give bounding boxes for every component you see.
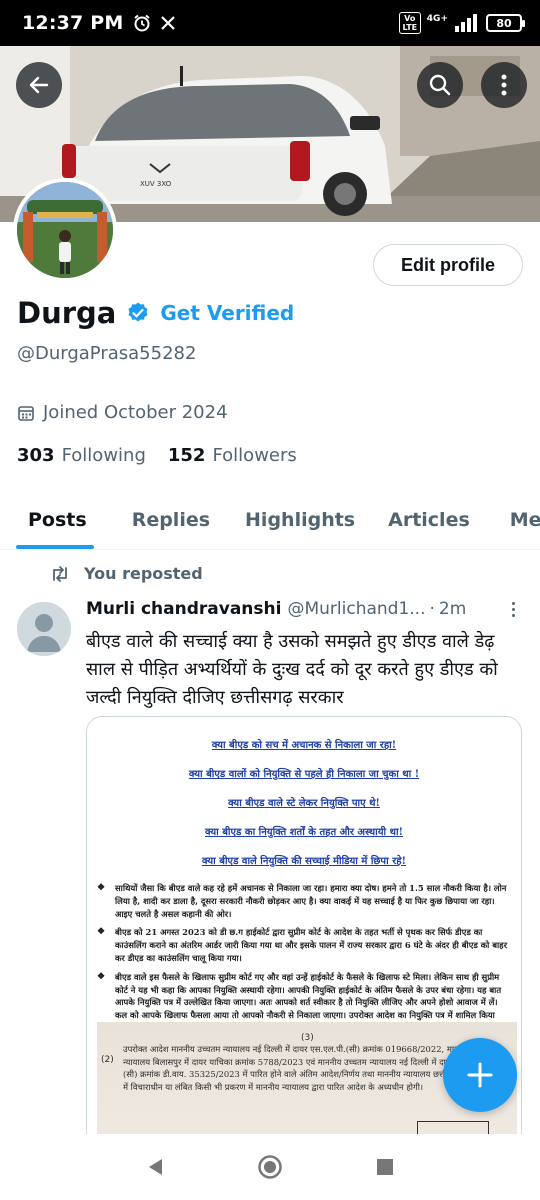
doc-bullet: ❖ साथियों जैसा कि बीएड वाले कह रहे हमें अ…: [97, 882, 509, 920]
network-label: 4G+: [426, 14, 448, 24]
edit-profile-button[interactable]: Edit profile: [373, 244, 523, 286]
back-button[interactable]: [16, 62, 62, 108]
system-nav-bar: [0, 1134, 540, 1200]
doc-bullet: ❖ बीएड को 21 अगस्त 2023 को डी छ.ग हाईकोर्…: [97, 926, 509, 964]
more-dot-icon: [511, 607, 515, 611]
post-text: बीएड वाले की सच्चाई क्या है उसको समझते ह…: [86, 631, 498, 708]
tab-posts[interactable]: Posts: [28, 490, 87, 549]
followers-label: Followers: [212, 445, 297, 466]
home-circle-icon[interactable]: [257, 1154, 283, 1180]
followers-link[interactable]: 152 Followers: [168, 445, 297, 466]
back-triangle-icon[interactable]: [146, 1157, 164, 1177]
doc-heading: क्या बीएड वालों को नियुक्ति से पहले ही न…: [188, 769, 420, 780]
doc-heading: क्या बीएड वाले नियुक्ति की सच्चाई मीडिया…: [202, 856, 406, 867]
doc-bullet-text: बीएड को 21 अगस्त 2023 को डी छ.ग हाईकोर्ट…: [115, 927, 508, 963]
battery-indicator: 80: [486, 14, 525, 32]
following-link[interactable]: 303 Following: [17, 445, 146, 466]
active-tab-indicator: [16, 545, 94, 549]
followers-count: 152: [167, 445, 206, 466]
joined-text: Joined October 2024: [43, 402, 228, 423]
tab-highlights[interactable]: Highlights: [245, 490, 355, 549]
plus-icon: [467, 1062, 493, 1088]
more-options-button[interactable]: [481, 62, 527, 108]
more-dot-icon: [511, 613, 515, 617]
x-logo-icon: [160, 16, 175, 30]
alarm-icon: [133, 14, 150, 32]
battery-level: 80: [496, 16, 512, 30]
profile-avatar[interactable]: [13, 178, 117, 282]
joined-date: Joined October 2024: [17, 402, 228, 423]
avatar-photo: [17, 182, 113, 278]
doc-heading: क्या बीएड वाले स्टे लेकर नियुक्ति पाए थे…: [228, 798, 380, 809]
search-button[interactable]: [417, 62, 463, 108]
post-more-button[interactable]: [504, 601, 522, 617]
volte-badge: Vo LTE: [398, 12, 421, 34]
tab-articles[interactable]: Articles: [388, 490, 470, 549]
bullet-icon: ❖: [97, 883, 106, 893]
bullet-icon: ❖: [97, 927, 106, 938]
doc-heading: क्या बीएड को सच में अचानक से निकाला जा र…: [211, 740, 397, 751]
arrow-left-icon: [29, 76, 49, 94]
document-content: क्या बीएड को सच में अचानक से निकाला जा र…: [87, 717, 521, 1041]
more-vertical-icon: [501, 74, 507, 96]
verified-badge-icon: [128, 302, 148, 322]
doc-heading: क्या बीएड का नियुक्ति शर्तों के तहत और अ…: [205, 827, 403, 838]
signal-icon: [455, 14, 477, 32]
scan-item-number: (2): [101, 1055, 114, 1065]
display-name: Durga: [17, 296, 117, 330]
calendar-icon: [18, 405, 34, 421]
doc-bullet-text: साथियों जैसा कि बीएड वाले कह रहे हमें अच…: [115, 883, 507, 919]
profile-handle: @DurgaPrasa55282: [17, 343, 197, 364]
tab-replies[interactable]: Replies: [132, 490, 210, 549]
default-avatar-icon: [17, 602, 71, 656]
following-count: 303: [17, 445, 55, 466]
scan-page-number: (3): [301, 1033, 314, 1043]
repost-icon: [53, 565, 67, 582]
following-label: Following: [61, 445, 146, 466]
post-separator: ·: [429, 599, 435, 619]
post-author-name[interactable]: Murli chandravanshi: [86, 599, 281, 619]
repost-label: You reposted: [84, 564, 203, 583]
tab-media[interactable]: Media: [510, 490, 540, 549]
status-time: 12:37 PM: [22, 12, 124, 34]
repost-indicator: You reposted: [50, 564, 203, 583]
profile-tabs: Posts Replies Highlights Articles Media: [0, 490, 540, 550]
svg-text:XUV 3XO: XUV 3XO: [140, 180, 172, 188]
more-dot-icon: [511, 601, 515, 605]
recents-square-icon[interactable]: [376, 1158, 394, 1176]
post-header: Murli chandravanshi @Murlichand1... · 2m: [86, 599, 522, 619]
get-verified-link[interactable]: Get Verified: [160, 301, 294, 325]
post-author-handle[interactable]: @Murlichand1...: [287, 599, 425, 619]
follow-stats: 303 Following 152 Followers: [17, 445, 319, 466]
post-time: 2m: [438, 599, 467, 619]
profile-name-row: Durga Get Verified: [17, 296, 294, 330]
search-icon: [429, 74, 451, 96]
post-author-avatar[interactable]: [17, 602, 71, 656]
compose-post-button[interactable]: [443, 1038, 517, 1112]
status-bar: 12:37 PM Vo LTE 4G+ 80: [0, 0, 540, 46]
